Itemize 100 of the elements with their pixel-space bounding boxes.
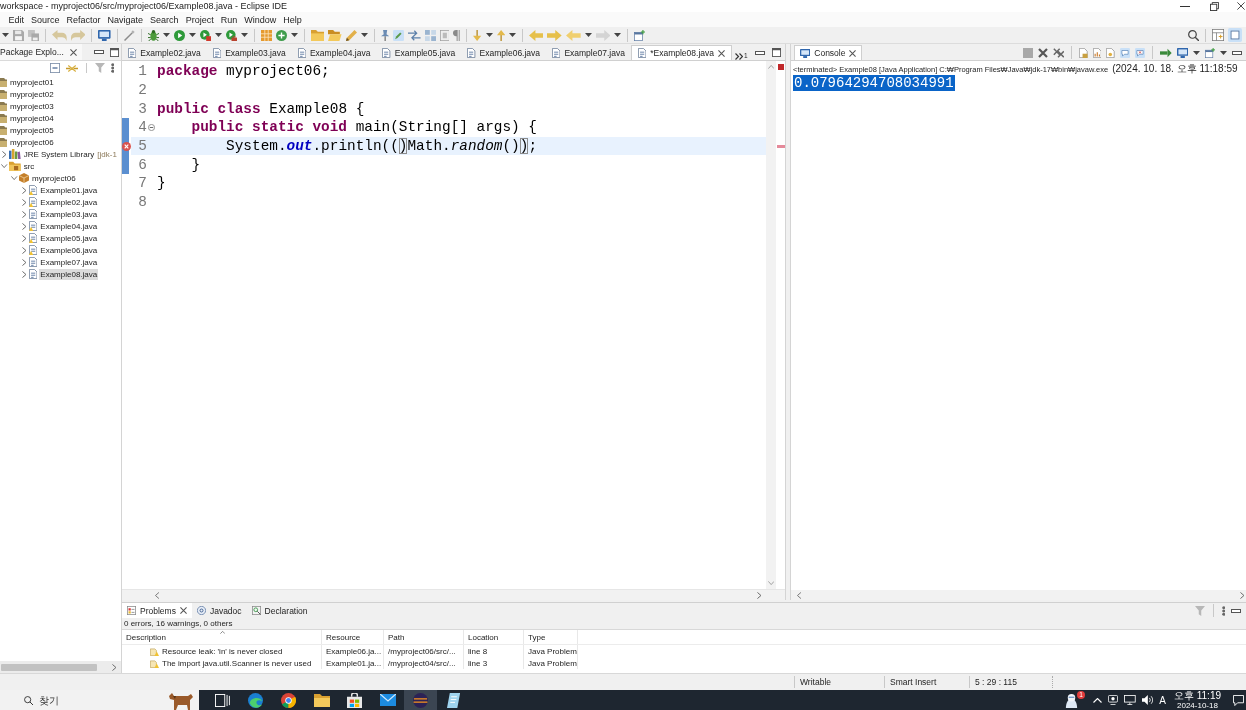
chevron-right-icon[interactable] [22, 210, 27, 218]
column-header[interactable]: Resource [322, 630, 384, 644]
page-lock-icon[interactable] [1079, 47, 1088, 58]
chevron-left-icon[interactable] [797, 591, 802, 599]
collapse-icon[interactable] [147, 123, 155, 131]
highlighter-icon[interactable] [393, 29, 405, 41]
tree-item[interactable]: myproject02 [9, 88, 55, 100]
webcam-icon[interactable] [1107, 695, 1118, 705]
tree-item[interactable]: Example06.java [39, 244, 99, 256]
menu-item[interactable]: Search [146, 13, 183, 26]
caret-icon[interactable] [508, 33, 516, 37]
stop-icon[interactable] [1022, 47, 1033, 58]
caret-icon[interactable] [485, 33, 493, 37]
grid-icon[interactable] [260, 29, 272, 41]
monitor-icon[interactable] [1176, 47, 1188, 58]
tree-item[interactable]: myproject01 [9, 76, 55, 88]
editor-tab[interactable]: Example06.java [461, 45, 547, 60]
tree-item[interactable]: myproject04 [9, 112, 55, 124]
view-tab[interactable]: Console [794, 45, 863, 60]
input-method-indicator[interactable]: A [1159, 694, 1166, 706]
restore-icon[interactable] [1210, 1, 1219, 11]
caret-icon[interactable] [1220, 50, 1227, 55]
view-tab[interactable]: Javadoc [191, 603, 247, 618]
view-tab[interactable]: Declaration [246, 603, 313, 618]
caret-icon[interactable] [162, 33, 170, 37]
save-all-icon[interactable] [28, 29, 39, 41]
window-tile-icon[interactable] [1228, 28, 1242, 42]
tree-item[interactable]: Example08.java [39, 268, 99, 280]
tree-item[interactable]: myproject06 [31, 172, 77, 184]
close-icon[interactable] [1237, 2, 1245, 10]
scrollbar[interactable] [122, 589, 785, 600]
monitor-icon[interactable] [1123, 695, 1136, 705]
caret-icon[interactable] [584, 33, 592, 37]
search-icon[interactable] [1188, 29, 1199, 41]
column-header[interactable]: Description [122, 630, 322, 644]
kebab-menu-icon[interactable] [110, 63, 114, 73]
close-icon[interactable] [849, 49, 857, 57]
column-header[interactable]: Location [464, 630, 524, 644]
editor-tab[interactable]: Example07.java [546, 45, 631, 60]
caret-icon[interactable] [188, 33, 196, 37]
maximize-icon[interactable] [772, 48, 781, 57]
editor-tab[interactable]: Example04.java [291, 45, 377, 60]
minimize-icon[interactable] [755, 50, 765, 55]
scrollbar[interactable] [791, 590, 1246, 600]
column-header[interactable]: Path [384, 630, 464, 644]
editor-tab[interactable]: Example05.java [376, 45, 462, 60]
speaker-icon[interactable] [1141, 695, 1154, 705]
page-chart-icon[interactable] [1092, 47, 1102, 58]
chat-cross-icon[interactable] [1134, 47, 1145, 58]
column-header[interactable]: Type [524, 630, 578, 644]
menu-item[interactable]: Window [240, 13, 280, 26]
kebab-menu-icon[interactable] [1221, 605, 1225, 616]
minimize-icon[interactable] [1232, 50, 1242, 55]
caret-icon[interactable] [290, 33, 298, 37]
caret-icon[interactable] [2, 33, 9, 37]
tree-item[interactable]: src [22, 160, 36, 172]
tree-item[interactable]: myproject06 [9, 136, 55, 148]
view-tab[interactable]: Problems [122, 603, 192, 618]
clock-time[interactable]: 오후 11:19 [1173, 690, 1221, 701]
double-x-icon[interactable] [1052, 47, 1065, 58]
chevron-right-icon[interactable] [2, 150, 7, 158]
scrollbar[interactable] [0, 661, 121, 673]
swap-arrows-icon[interactable] [408, 29, 421, 41]
menu-item[interactable]: Source [27, 13, 64, 26]
chat-bubble-icon[interactable] [1233, 694, 1244, 706]
menu-item[interactable]: Refactor [63, 13, 105, 26]
chevron-down-icon[interactable] [11, 176, 18, 180]
close-icon[interactable] [179, 607, 187, 614]
caret-icon[interactable] [1193, 50, 1200, 55]
tree-item[interactable]: Example07.java [39, 256, 99, 268]
toolbox-icon[interactable] [225, 29, 237, 41]
tree-item[interactable]: JRE System Library [jdk-1 [22, 148, 118, 160]
pin-icon[interactable] [380, 29, 390, 41]
chevron-right-icon[interactable] [22, 198, 27, 206]
run-stop-icon[interactable] [199, 29, 211, 41]
x-mark-icon[interactable] [1037, 47, 1048, 58]
chevron-down-icon[interactable] [1, 164, 8, 168]
editor-tab[interactable]: Example03.java [206, 45, 292, 60]
minimize-icon[interactable] [1231, 608, 1241, 613]
chevron-right-icon[interactable] [756, 591, 761, 599]
chevron-right-icon[interactable] [22, 270, 27, 278]
caret-icon[interactable] [240, 33, 248, 37]
folder-open-icon[interactable] [328, 29, 342, 41]
caret-icon[interactable] [214, 33, 222, 37]
arrow-right-icon[interactable] [1159, 47, 1172, 58]
monitor-icon[interactable] [98, 29, 111, 41]
tree-item[interactable]: Example04.java [39, 220, 99, 232]
view-tab[interactable]: Package Explo... [0, 44, 82, 60]
minimize-icon[interactable] [1180, 5, 1190, 7]
clock-date[interactable]: 2024-10-18 [1177, 700, 1218, 710]
folder-icon[interactable] [310, 29, 325, 41]
pilcrow-icon[interactable] [453, 29, 461, 41]
collapse-all-icon[interactable] [49, 63, 60, 73]
app-icon[interactable] [1063, 692, 1079, 708]
tree-item[interactable]: Example02.java [39, 196, 99, 208]
editor-tab[interactable]: Example02.java [122, 45, 207, 60]
tree-item[interactable]: Example03.java [39, 208, 99, 220]
bug-icon[interactable] [147, 29, 159, 41]
tree-item[interactable]: myproject05 [9, 124, 55, 136]
maximize-icon[interactable] [109, 47, 119, 57]
